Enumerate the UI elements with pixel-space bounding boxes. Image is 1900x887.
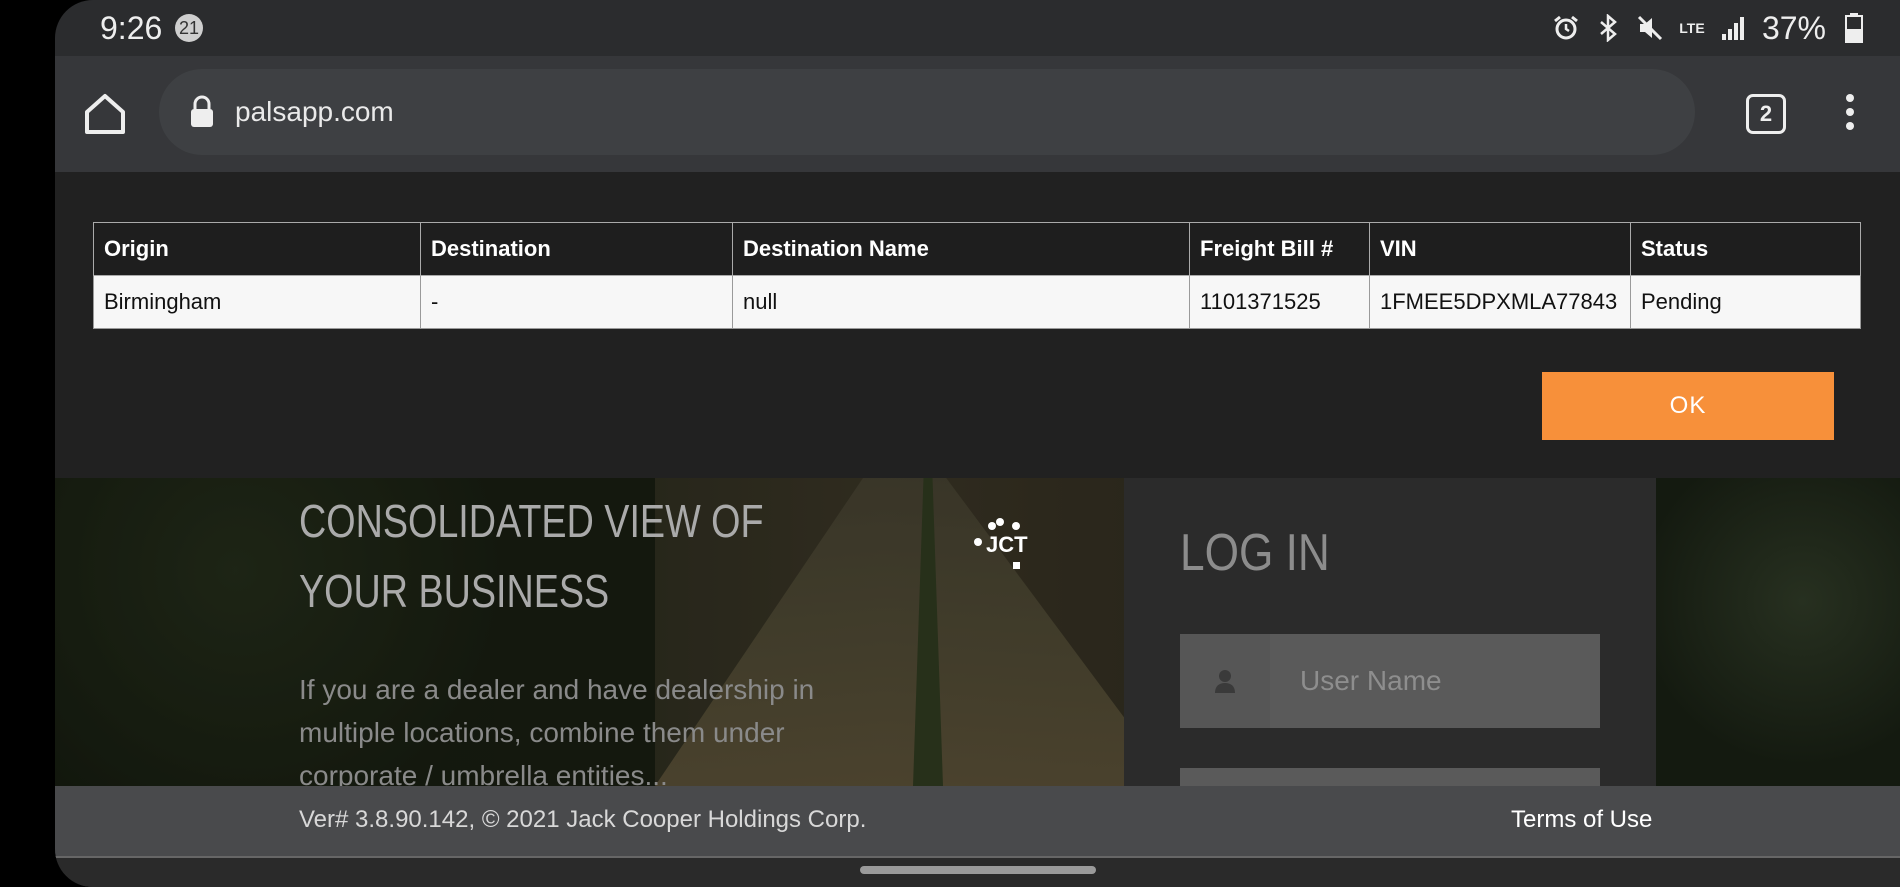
phone-screen: 9:26 21 LTE 37% palsapp.com 2 JCT CONSOL… xyxy=(55,0,1900,887)
password-input[interactable] xyxy=(1180,768,1600,786)
overflow-menu-button[interactable] xyxy=(1840,92,1860,132)
lock-icon xyxy=(191,95,213,127)
system-icons: LTE 37% xyxy=(1552,10,1868,46)
cell-freight-bill: 1101371525 xyxy=(1189,275,1370,329)
notification-count-badge: 21 xyxy=(175,14,203,42)
status-bar: 9:26 21 LTE 37% xyxy=(55,0,1900,56)
cell-destination: - xyxy=(420,275,733,329)
more-vert-icon xyxy=(1846,94,1854,130)
table-header-row: Origin Destination Destination Name Frei… xyxy=(93,222,1861,276)
column-header-origin: Origin xyxy=(93,222,421,276)
mute-icon xyxy=(1636,14,1664,42)
signal-icon xyxy=(1720,14,1748,42)
url-text: palsapp.com xyxy=(235,96,394,127)
lte-indicator: LTE xyxy=(1679,20,1705,36)
column-header-destination-name: Destination Name xyxy=(732,222,1190,276)
clock: 9:26 xyxy=(100,10,163,46)
username-placeholder: User Name xyxy=(1300,665,1442,696)
tab-switcher-button[interactable]: 2 xyxy=(1746,94,1786,134)
alarm-icon xyxy=(1552,14,1580,42)
login-title: LOG IN xyxy=(1180,524,1330,582)
cell-origin: Birmingham xyxy=(93,275,421,329)
home-button[interactable] xyxy=(81,90,129,138)
bluetooth-icon xyxy=(1594,14,1622,42)
column-header-destination: Destination xyxy=(420,222,733,276)
home-icon xyxy=(85,94,125,134)
version-copyright: Ver# 3.8.90.142, © 2021 Jack Cooper Hold… xyxy=(299,806,867,833)
terms-of-use-link[interactable]: Terms of Use xyxy=(1511,806,1652,834)
browser-toolbar: palsapp.com 2 xyxy=(55,56,1900,172)
user-icon xyxy=(1180,634,1270,728)
hero-description: If you are a dealer and have dealership … xyxy=(299,674,815,786)
cell-vin: 1FMEE5DPXMLA77843 xyxy=(1369,275,1631,329)
system-nav-bar xyxy=(55,858,1900,887)
hero-title: CONSOLIDATED VIEW OF YOUR BUSINESS xyxy=(299,495,764,617)
column-header-status: Status xyxy=(1630,222,1861,276)
battery-icon xyxy=(1840,13,1868,43)
column-header-vin: VIN xyxy=(1369,222,1631,276)
results-table: Origin Destination Destination Name Frei… xyxy=(93,222,1861,329)
page-footer: Ver# 3.8.90.142, © 2021 Jack Cooper Hold… xyxy=(55,786,1900,858)
column-header-freight-bill: Freight Bill # xyxy=(1189,222,1370,276)
address-bar[interactable]: palsapp.com xyxy=(159,69,1695,155)
login-panel: LOG IN User Name xyxy=(1124,478,1656,786)
table-row: Birmingham - null 1101371525 1FMEE5DPXML… xyxy=(93,275,1861,329)
cell-status: Pending xyxy=(1630,275,1861,329)
jct-logo-text: JCT xyxy=(986,532,1028,557)
hero-section: JCT CONSOLIDATED VIEW OF YOUR BUSINESS I… xyxy=(55,478,1900,786)
ok-button[interactable]: OK xyxy=(1542,372,1834,440)
hero-trees-right xyxy=(1656,478,1900,786)
results-dialog: Origin Destination Destination Name Frei… xyxy=(55,172,1900,478)
username-input[interactable]: User Name xyxy=(1180,634,1600,728)
web-page: JCT CONSOLIDATED VIEW OF YOUR BUSINESS I… xyxy=(55,172,1900,887)
jct-logo: JCT xyxy=(970,516,1060,576)
cell-destination-name: null xyxy=(732,275,1190,329)
home-indicator[interactable] xyxy=(860,866,1096,874)
battery-percentage: 37% xyxy=(1761,9,1826,46)
jct-logo-mark: JCT xyxy=(974,518,1028,569)
